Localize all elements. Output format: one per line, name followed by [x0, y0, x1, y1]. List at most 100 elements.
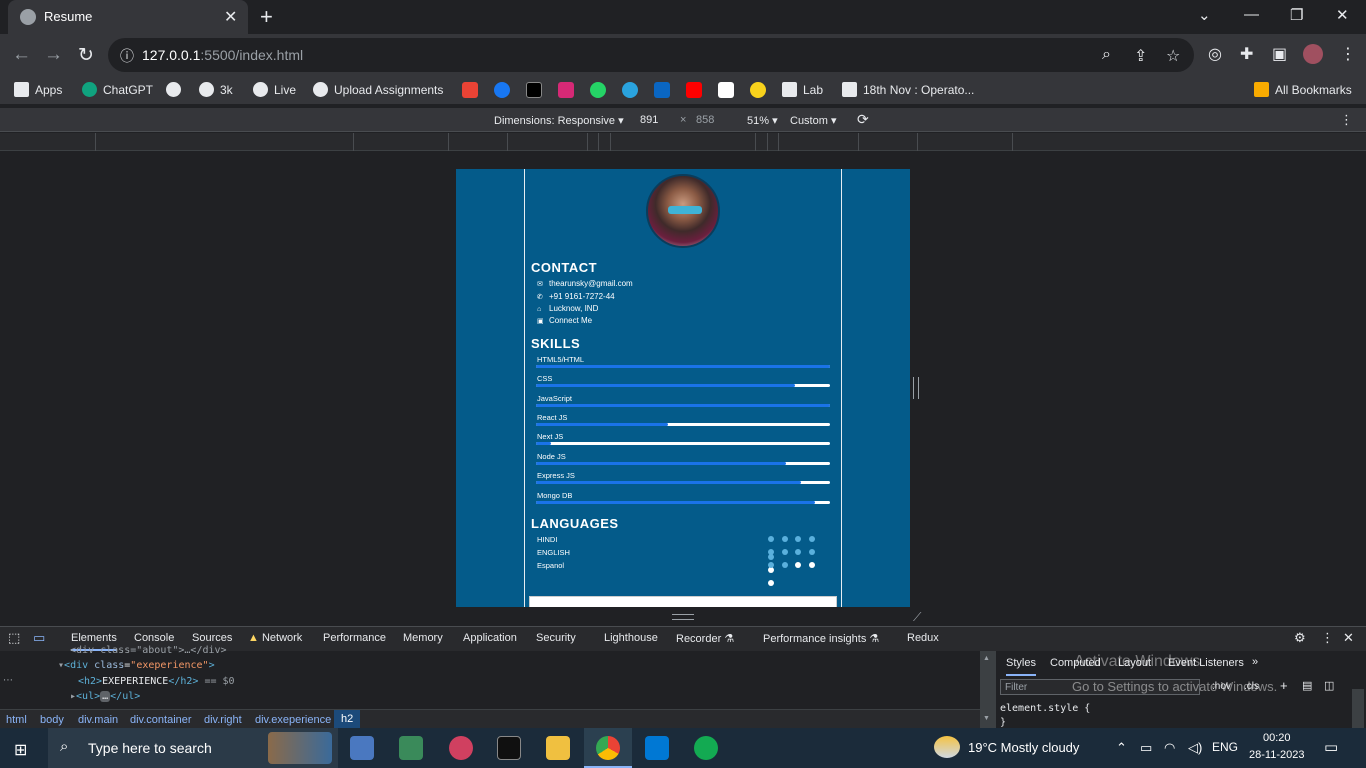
- tab-performance-insights[interactable]: Performance insights ⚗: [763, 632, 879, 645]
- tab-security[interactable]: Security: [536, 632, 576, 644]
- bookmark-upload-assignments[interactable]: Upload Assignments: [313, 82, 443, 97]
- tab-search-icon[interactable]: ⌄: [1198, 6, 1211, 24]
- weather-text[interactable]: 19°C Mostly cloudy: [968, 740, 1079, 755]
- close-devtools-icon[interactable]: ✕: [1343, 630, 1354, 646]
- menu-icon[interactable]: ⋮: [1340, 44, 1356, 64]
- device-toggle-icon[interactable]: ▭: [33, 630, 45, 646]
- add-rule-icon[interactable]: +: [1280, 678, 1288, 693]
- bookmark-lab[interactable]: Lab: [782, 82, 823, 97]
- tab-lighthouse[interactable]: Lighthouse: [604, 632, 658, 644]
- crumb-h2[interactable]: h2: [334, 710, 361, 728]
- profile-avatar[interactable]: [1303, 44, 1323, 64]
- bookmark-github[interactable]: [166, 82, 187, 97]
- tab-performance[interactable]: Performance: [323, 632, 386, 644]
- info-icon[interactable]: ⓘ: [120, 46, 134, 66]
- file-explorer-icon[interactable]: [546, 736, 570, 760]
- windows-start-icon[interactable]: ⊞: [14, 740, 27, 760]
- telegram-icon[interactable]: [622, 82, 638, 98]
- clock-date[interactable]: 28-11-2023: [1249, 749, 1304, 761]
- resize-corner-icon[interactable]: ⟋: [913, 610, 921, 625]
- styles-scrollbar[interactable]: [1352, 689, 1364, 729]
- side-panel-icon[interactable]: ▣: [1272, 44, 1287, 64]
- gmail-icon[interactable]: [462, 82, 478, 98]
- tab-recorder[interactable]: Recorder ⚗: [676, 632, 734, 645]
- instagram-icon[interactable]: [558, 82, 574, 98]
- media-query-ruler[interactable]: [0, 133, 1366, 151]
- battery-icon[interactable]: ▭: [1140, 740, 1152, 756]
- crumb-main[interactable]: div.main: [78, 714, 118, 726]
- back-icon[interactable]: ←: [12, 44, 31, 66]
- close-window-button[interactable]: ✕: [1336, 6, 1349, 24]
- language-indicator[interactable]: ENG: [1212, 740, 1238, 754]
- dom-line-about[interactable]: <div class="about">…</div>: [70, 645, 227, 656]
- extension-icon[interactable]: ◎: [1208, 44, 1222, 64]
- width-input[interactable]: 891: [640, 114, 658, 126]
- facebook-icon[interactable]: [494, 82, 510, 98]
- terminal-icon[interactable]: [497, 736, 521, 760]
- tab-sources[interactable]: Sources: [192, 632, 232, 644]
- browser-tab[interactable]: Resume ✕: [8, 0, 248, 34]
- mongodb-icon[interactable]: [694, 736, 718, 760]
- tab-styles[interactable]: Styles: [1006, 657, 1036, 676]
- resize-handle-bottom[interactable]: [672, 614, 694, 620]
- dimensions-select[interactable]: Dimensions: Responsive ▾: [494, 114, 624, 127]
- more-options-icon[interactable]: ⋮: [1340, 112, 1353, 128]
- address-bar[interactable]: ⓘ 127.0.0.1:5500/index.html ⌕ ⇪ ☆: [108, 38, 1194, 72]
- app-icon[interactable]: [350, 736, 374, 760]
- settings-gear-icon[interactable]: ⚙: [1294, 630, 1306, 646]
- crumb-body[interactable]: body: [40, 714, 64, 726]
- bookmark-operator[interactable]: 18th Nov : Operato...: [842, 82, 974, 97]
- bookmark-apps[interactable]: Apps: [14, 82, 62, 97]
- more-tabs-icon[interactable]: »: [1252, 656, 1258, 668]
- x-icon[interactable]: [526, 82, 542, 98]
- contact-email[interactable]: ✉ thearunsky@gmail.com: [537, 279, 633, 288]
- zoom-icon[interactable]: ⌕: [1102, 46, 1111, 64]
- resize-handle-right[interactable]: [913, 377, 919, 399]
- crumb-right[interactable]: div.right: [204, 714, 242, 726]
- share-icon[interactable]: ⇪: [1134, 46, 1147, 66]
- all-bookmarks[interactable]: All Bookmarks: [1254, 82, 1352, 97]
- youtube-icon[interactable]: [686, 82, 702, 98]
- inspect-icon[interactable]: ⬚: [8, 630, 20, 646]
- element-style-rule[interactable]: element.style {: [1000, 703, 1090, 714]
- bookmark-chatgpt[interactable]: ChatGPT: [82, 82, 153, 97]
- tab-redux[interactable]: Redux: [907, 632, 939, 644]
- tab-console[interactable]: Console: [134, 632, 174, 644]
- minimize-button[interactable]: —: [1244, 6, 1259, 23]
- tray-chevron-icon[interactable]: ⌃: [1116, 740, 1127, 756]
- dom-line-ul[interactable]: ▸<ul>… </ul>: [70, 691, 140, 702]
- devtools-more-icon[interactable]: ⋮: [1321, 630, 1334, 646]
- bookmark-live[interactable]: Live: [253, 82, 296, 97]
- wifi-icon[interactable]: ◠: [1164, 740, 1175, 756]
- tab-memory[interactable]: Memory: [403, 632, 443, 644]
- volume-icon[interactable]: ◁): [1188, 740, 1202, 756]
- crumb-experience[interactable]: div.exeperience: [255, 714, 331, 726]
- tab-network[interactable]: ▲ Network: [248, 632, 302, 644]
- contact-phone[interactable]: ✆ +91 9161-7272-44: [537, 292, 615, 301]
- vscode-icon[interactable]: [645, 736, 669, 760]
- puzzle-icon[interactable]: ✚: [1240, 44, 1253, 64]
- rotate-icon[interactable]: ⟳: [857, 111, 869, 128]
- reload-icon[interactable]: ↻: [78, 44, 94, 67]
- contact-linkedin[interactable]: ▣ Connect Me: [537, 316, 592, 325]
- forward-icon[interactable]: →: [44, 44, 63, 66]
- crumb-html[interactable]: html: [6, 714, 27, 726]
- crumb-container[interactable]: div.container: [130, 714, 192, 726]
- scrollbar[interactable]: ▲ ▼: [980, 651, 996, 729]
- elements-tree[interactable]: <div class="about">…</div> ⋯ ▾<div class…: [0, 645, 980, 709]
- close-tab-icon[interactable]: ✕: [224, 7, 237, 27]
- paint-icon[interactable]: ▤: [1302, 679, 1312, 692]
- ellipsis-icon[interactable]: ⋯: [3, 675, 13, 686]
- new-tab-button[interactable]: +: [260, 4, 273, 30]
- zoom-select[interactable]: 51% ▾: [747, 114, 778, 127]
- calculator-icon[interactable]: [399, 736, 423, 760]
- clock-time[interactable]: 00:20: [1263, 732, 1291, 744]
- bookmark-star-icon[interactable]: ☆: [1166, 46, 1180, 66]
- dom-line-experience[interactable]: ▾<div class="exeperience">: [58, 660, 215, 671]
- weather-cloud-icon[interactable]: [934, 736, 960, 758]
- taskbar-search[interactable]: ⌕ Type here to search: [48, 728, 338, 768]
- throttle-select[interactable]: Custom ▾: [790, 114, 836, 127]
- whatsapp-icon[interactable]: [590, 82, 606, 98]
- linkedin-icon[interactable]: [654, 82, 670, 98]
- url-text[interactable]: 127.0.0.1:5500/index.html: [142, 47, 303, 63]
